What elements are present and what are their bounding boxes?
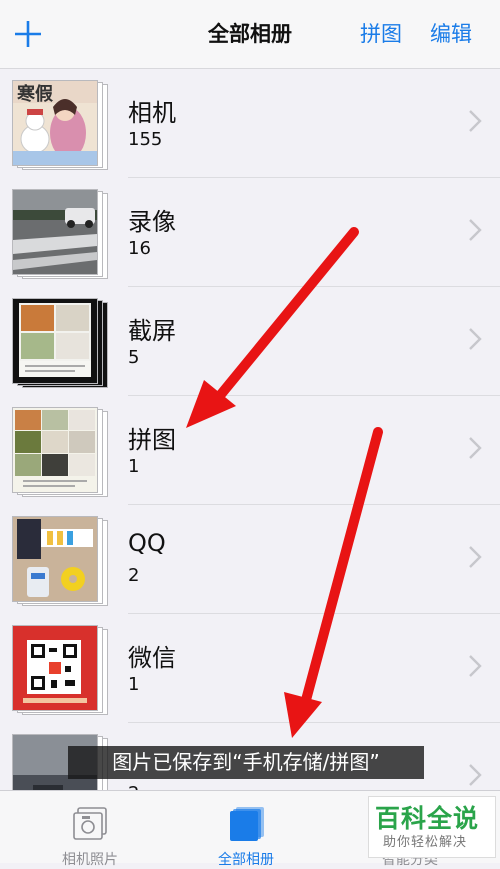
tab-camera-photos[interactable]: 相机照片 <box>20 791 160 868</box>
albums-stack-icon <box>230 807 264 841</box>
album-name: QQ <box>128 529 166 557</box>
album-thumbnail <box>12 189 108 279</box>
chevron-right-icon <box>469 219 482 241</box>
album-thumbnail <box>12 407 108 497</box>
save-toast: 图片已保存到“手机存储/拼图” <box>68 746 424 779</box>
album-thumbnail <box>12 625 108 715</box>
chevron-right-icon <box>469 110 482 132</box>
album-name: 相机 <box>128 99 176 127</box>
album-thumbnail: 寒假 <box>12 80 108 170</box>
watermark-subtitle: 助你轻松解决 <box>383 835 468 850</box>
chevron-right-icon <box>469 546 482 568</box>
album-count: 2 <box>128 565 140 586</box>
album-row-qq[interactable]: QQ 2 <box>0 505 500 614</box>
navigation-bar: 全部相册 拼图 编辑 <box>0 0 500 69</box>
album-count: 16 <box>128 238 151 259</box>
album-row-collage[interactable]: 拼图 1 <box>0 396 500 505</box>
page-title: 全部相册 <box>208 22 292 46</box>
album-list: 寒假 相机 155 录像 16 截屏 5 拼图 1 QQ 2 微信 1 <box>0 69 500 790</box>
album-row-video[interactable]: 录像 16 <box>0 178 500 287</box>
add-album-button[interactable] <box>12 14 46 54</box>
watermark-title: 百科全说 <box>375 804 480 833</box>
album-thumbnail <box>12 516 108 606</box>
album-count: 1 <box>128 456 140 477</box>
chevron-right-icon <box>469 328 482 350</box>
album-row-screenshots[interactable]: 截屏 5 <box>0 287 500 396</box>
thumbnail-text: 寒假 <box>17 84 53 105</box>
tab-all-albums[interactable]: 全部相册 <box>176 791 316 868</box>
tab-label: 全部相册 <box>218 852 274 868</box>
camera-photos-icon <box>73 807 107 840</box>
plus-icon <box>15 21 41 47</box>
album-name: 微信 <box>128 644 176 672</box>
album-count: 2 <box>128 783 139 790</box>
album-count: 1 <box>128 674 140 695</box>
album-name: 截屏 <box>128 317 176 345</box>
tab-label: 相机照片 <box>62 852 118 868</box>
watermark-logo: 百科全说 助你轻松解决 <box>368 796 496 858</box>
album-row-wechat[interactable]: 微信 1 <box>0 614 500 723</box>
edit-button[interactable]: 编辑 <box>430 18 472 48</box>
album-thumbnail <box>12 298 108 388</box>
chevron-right-icon <box>469 437 482 459</box>
album-count: 155 <box>128 129 163 150</box>
chevron-right-icon <box>469 655 482 677</box>
chevron-right-icon <box>469 764 482 786</box>
album-name: 拼图 <box>128 426 176 454</box>
album-row-camera[interactable]: 寒假 相机 155 <box>0 69 500 178</box>
album-count: 5 <box>128 347 140 368</box>
album-name: 录像 <box>128 208 176 236</box>
collage-button[interactable]: 拼图 <box>360 18 402 48</box>
